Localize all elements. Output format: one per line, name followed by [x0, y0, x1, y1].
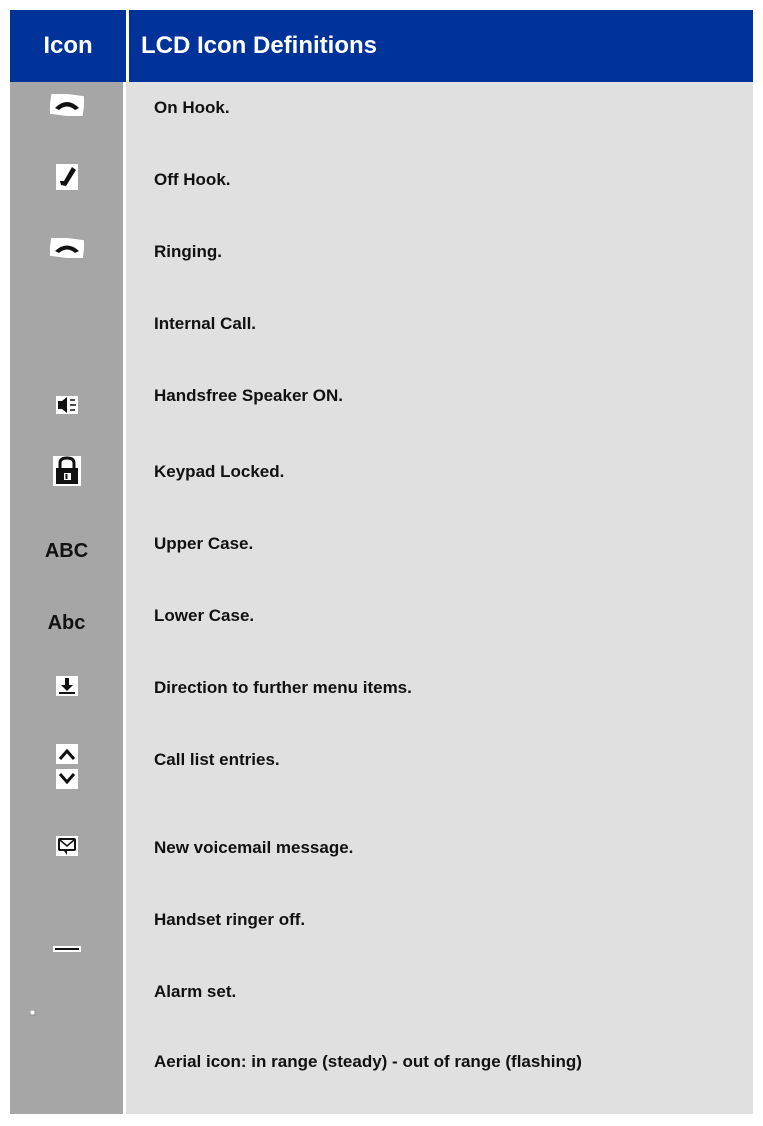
icon-cell	[10, 82, 126, 154]
ringer-off-icon	[52, 946, 81, 952]
table-row: New voicemail message.	[10, 822, 753, 894]
icon-cell	[10, 446, 126, 518]
table-row: Keypad Locked.	[10, 446, 753, 518]
definition-cell: Upper Case.	[126, 518, 753, 590]
table-row: Handsfree Speaker ON.	[10, 370, 753, 446]
definition-cell: Alarm set.	[126, 966, 753, 1036]
table-row: Handset ringer off.	[10, 894, 753, 966]
handset-off-hook-icon	[55, 164, 78, 190]
table-row: Call list entries.	[10, 734, 753, 822]
handset-on-hook-icon	[49, 94, 84, 116]
menu-down-icon	[55, 676, 78, 696]
handset-ringing-icon	[49, 238, 84, 258]
lcd-icon-table: Icon LCD Icon Definitions On Hook. Off H	[10, 10, 753, 1114]
upper-case-indicator: ABC	[44, 540, 89, 562]
header-icon-column: Icon	[10, 10, 129, 82]
icon-cell	[10, 226, 126, 298]
icon-cell	[10, 298, 126, 370]
definition-cell: Internal Call.	[126, 298, 753, 370]
table-row: Off Hook.	[10, 154, 753, 226]
alarm-icon	[30, 1010, 36, 1016]
icon-cell	[10, 370, 126, 446]
definition-cell: New voicemail message.	[126, 822, 753, 894]
header-definitions-column: LCD Icon Definitions	[141, 32, 377, 59]
table-row: ABC Upper Case.	[10, 518, 753, 590]
icon-cell	[10, 1036, 126, 1114]
icon-cell	[10, 662, 126, 734]
definition-cell: On Hook.	[126, 82, 753, 154]
table-row: On Hook.	[10, 82, 753, 154]
lower-case-indicator: Abc	[47, 612, 86, 634]
table-row: Internal Call.	[10, 298, 753, 370]
icon-cell	[10, 154, 126, 226]
table-row: Ringing.	[10, 226, 753, 298]
table-row: Direction to further menu items.	[10, 662, 753, 734]
envelope-icon	[55, 836, 78, 856]
icon-cell: ABC	[10, 518, 126, 590]
definition-cell: Direction to further menu items.	[126, 662, 753, 734]
icon-cell	[10, 822, 126, 894]
table-row: Aerial icon: in range (steady) - out of …	[10, 1036, 753, 1114]
icon-cell	[10, 734, 126, 822]
lock-icon	[52, 456, 81, 486]
table-header: Icon LCD Icon Definitions	[10, 10, 753, 82]
definition-cell: Ringing.	[126, 226, 753, 298]
definition-cell: Aerial icon: in range (steady) - out of …	[126, 1036, 753, 1114]
table-row: Alarm set.	[10, 966, 753, 1036]
definition-cell: Handset ringer off.	[126, 894, 753, 966]
definition-cell: Keypad Locked.	[126, 446, 753, 518]
definition-cell: Lower Case.	[126, 590, 753, 662]
icon-cell	[10, 966, 126, 1036]
speaker-icon	[55, 396, 78, 414]
definition-cell: Off Hook.	[126, 154, 753, 226]
table-row: Abc Lower Case.	[10, 590, 753, 662]
icon-cell	[10, 894, 126, 966]
definition-cell: Call list entries.	[126, 734, 753, 822]
icon-cell: Abc	[10, 590, 126, 662]
definition-cell: Handsfree Speaker ON.	[126, 370, 753, 446]
chevron-up-down-icon	[55, 744, 78, 790]
